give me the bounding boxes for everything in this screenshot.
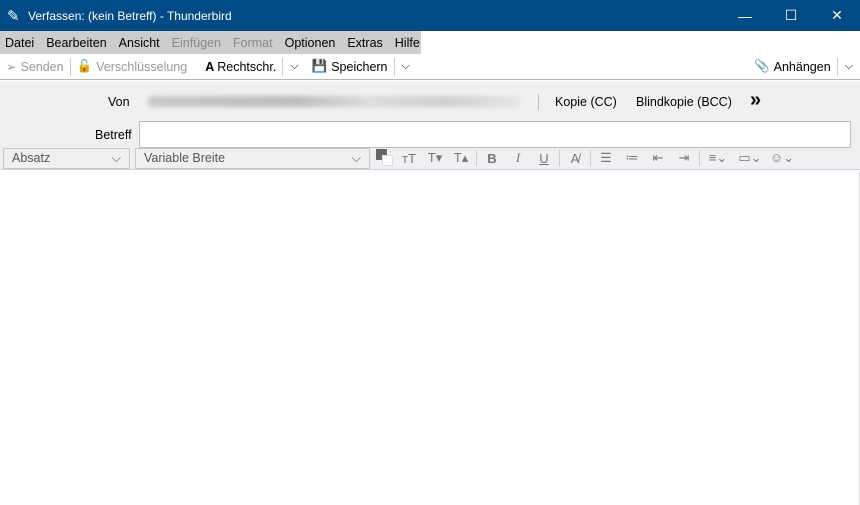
save-icon: 💾 [311,59,328,73]
paperclip-icon: 📎 [754,59,770,73]
divider [699,150,700,166]
spellcheck-icon: A [205,59,215,74]
minimize-button[interactable]: — [722,0,768,31]
menu-format[interactable]: Format [233,36,273,50]
divider [538,94,539,110]
message-body-editor[interactable] [0,171,860,505]
from-label: Von [108,95,130,109]
menu-datei[interactable]: Datei [5,36,34,50]
save-dropdown-chevron-icon[interactable]: ⌵ [395,60,417,73]
font-select[interactable]: Variable Breite ⌵ [135,147,370,169]
bcc-button[interactable]: Blindkopie (BCC) [636,95,732,109]
font-size-smaller-icon[interactable]: ᴛT [396,151,422,166]
menu-einfuegen[interactable]: Einfügen [172,36,221,50]
menu-ansicht[interactable]: Ansicht [119,36,160,50]
subject-input[interactable] [139,121,851,148]
more-recipients-button[interactable]: » [750,89,761,112]
lock-off-icon: 🔓 [76,59,93,73]
remove-formatting-icon[interactable]: A̸ [562,151,588,166]
encryption-button[interactable]: 🔓 Verschlüsselung [71,54,194,80]
outdent-icon[interactable]: ⇤ [645,150,671,166]
text-color-button[interactable] [374,149,396,167]
font-size-up-icon[interactable]: T▴ [448,150,474,166]
spelling-dropdown-chevron-icon[interactable]: ⌵ [283,60,305,73]
menu-bearbeiten[interactable]: Bearbeiten [46,36,106,50]
close-button[interactable]: ✕ [814,0,860,31]
format-toolbar: Absatz ⌵ Variable Breite ⌵ ᴛT T▾ T▴ B I U … [0,147,860,169]
menu-hilfe[interactable]: Hilfe [395,36,420,50]
underline-icon[interactable]: U [531,151,557,166]
subject-label: Betreff [95,128,132,142]
cc-button[interactable]: Kopie (CC) [555,95,617,109]
menu-bar: Datei Bearbeiten Ansicht Einfügen Format… [0,31,421,54]
divider [476,150,477,166]
align-icon[interactable]: ≡⌄ [702,150,734,166]
attach-dropdown-chevron-icon[interactable]: ⌵ [838,60,860,73]
title-bar: ✎ Verfassen: (kein Betreff) - Thunderbir… [0,0,860,31]
compose-header: Von Kopie (CC) Blindkopie (BCC) » Betref… [0,81,860,170]
paragraph-select[interactable]: Absatz ⌵ [3,147,130,169]
divider [559,150,560,166]
italic-icon[interactable]: I [505,150,531,166]
divider [590,150,591,166]
menu-optionen[interactable]: Optionen [285,36,336,50]
menu-extras[interactable]: Extras [347,36,382,50]
send-button[interactable]: ➢ Senden [0,54,70,80]
bullet-list-icon[interactable]: ☰ [593,150,619,166]
attach-button[interactable]: 📎 Anhängen [748,54,837,80]
send-icon: ➢ [6,60,17,74]
font-size-down-icon[interactable]: T▾ [422,150,448,166]
emoji-icon[interactable]: ☺⌄ [766,150,798,166]
numbered-list-icon[interactable]: ≔ [619,150,645,166]
spelling-button[interactable]: A Rechtschr. [199,54,282,80]
compose-toolbar: ➢ Senden 🔓 Verschlüsselung A Rechtschr. ⌵ 💾… [0,54,860,80]
maximize-button[interactable]: ☐ [768,0,814,31]
pencil-icon: ✎ [7,7,20,25]
window-title: Verfassen: (kein Betreff) - Thunderbird [28,8,232,23]
bold-icon[interactable]: B [479,151,505,166]
save-button[interactable]: 💾 Speichern [306,54,394,80]
insert-image-icon[interactable]: ▭⌄ [734,150,766,166]
indent-icon[interactable]: ⇥ [671,150,697,166]
chevron-down-icon: ⌵ [111,150,121,165]
chevron-down-icon: ⌵ [351,150,361,165]
from-identity-select[interactable] [148,96,520,107]
